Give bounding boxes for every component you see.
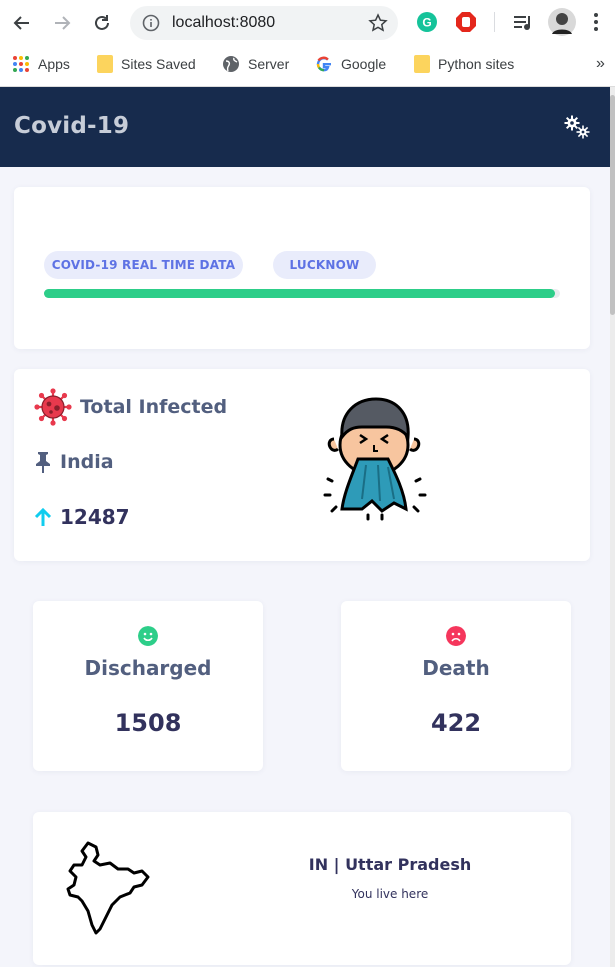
settings-button[interactable] (564, 115, 590, 143)
bookmarks-bar: Apps Sites Saved Server Google Python si… (0, 48, 615, 80)
avatar-icon (548, 8, 576, 36)
bookmarks-overflow-button[interactable]: » (596, 54, 605, 74)
profile-avatar[interactable] (548, 8, 576, 36)
media-control-button[interactable] (512, 11, 534, 33)
scrollbar-thumb[interactable] (610, 95, 615, 315)
smiley-icon (138, 626, 158, 646)
folder-icon (414, 55, 430, 73)
svg-text:G: G (422, 16, 431, 30)
reload-button[interactable] (88, 9, 116, 37)
globe-icon (223, 56, 239, 72)
india-map-icon (66, 841, 150, 935)
bookmark-label: Server (248, 56, 290, 72)
page-scrollbar[interactable] (610, 87, 615, 967)
forward-arrow-icon (55, 16, 71, 30)
progress-bar (44, 289, 560, 298)
bookmark-label: Google (341, 56, 387, 72)
location-subtitle: You live here (351, 887, 429, 901)
apps-grid-icon (13, 56, 29, 72)
folder-icon (97, 55, 113, 73)
url-text: localhost:8080 (172, 14, 276, 31)
arrow-up-icon (34, 507, 52, 526)
death-value: 422 (430, 709, 482, 737)
sad-face-icon (446, 626, 466, 646)
bookmark-star-icon[interactable] (368, 13, 388, 33)
progress-bar-fill (44, 289, 555, 298)
bookmark-apps[interactable]: Apps (12, 54, 70, 74)
bookmark-python-sites[interactable]: Python sites (414, 54, 514, 74)
forward-button[interactable] (48, 9, 76, 37)
adblock-extension[interactable] (455, 11, 477, 33)
gears-icon (564, 115, 590, 139)
death-label: Death (422, 656, 490, 680)
playlist-icon (514, 16, 530, 30)
country-name: India (60, 451, 114, 473)
country-row: India (34, 451, 114, 473)
badge-realtime-data: COVID-19 REAL TIME DATA (44, 251, 243, 279)
bookmark-server[interactable]: Server (222, 54, 289, 74)
infected-count-row: 12487 (34, 505, 130, 529)
pushpin-icon (36, 452, 50, 473)
bookmark-google[interactable]: Google (315, 54, 386, 74)
browser-menu-button[interactable] (593, 12, 603, 34)
discharged-value: 1508 (114, 709, 182, 737)
total-infected-row: Total Infected (34, 388, 227, 426)
google-g-icon (316, 56, 331, 72)
browser-chrome: localhost:8080 G Apps Sites Saved Server… (0, 0, 615, 87)
virus-icon (34, 388, 72, 426)
app-title: Covid-19 (14, 113, 130, 139)
app-header: Covid-19 (0, 87, 610, 167)
location-title: IN | Uttar Pradesh (308, 855, 472, 874)
more-vertical-icon (594, 13, 598, 31)
address-bar[interactable]: localhost:8080 (130, 6, 398, 40)
back-button[interactable] (8, 9, 36, 37)
toolbar-divider (494, 12, 495, 32)
info-icon (142, 14, 160, 32)
infected-count: 12487 (60, 505, 130, 529)
badge-city: LUCKNOW (273, 251, 376, 279)
stop-hand-icon (456, 12, 476, 32)
bookmark-label: Apps (38, 56, 70, 72)
bookmark-label: Python sites (438, 56, 515, 72)
bookmark-sites-saved[interactable]: Sites Saved (97, 54, 196, 74)
total-infected-label: Total Infected (80, 396, 228, 418)
back-arrow-icon (13, 16, 29, 30)
reload-icon (95, 15, 109, 30)
grammarly-extension[interactable]: G (416, 11, 438, 33)
bookmark-label: Sites Saved (121, 56, 196, 72)
grammarly-icon: G (417, 12, 437, 32)
discharged-label: Discharged (84, 656, 212, 680)
sneezing-person-illustration (323, 397, 427, 521)
